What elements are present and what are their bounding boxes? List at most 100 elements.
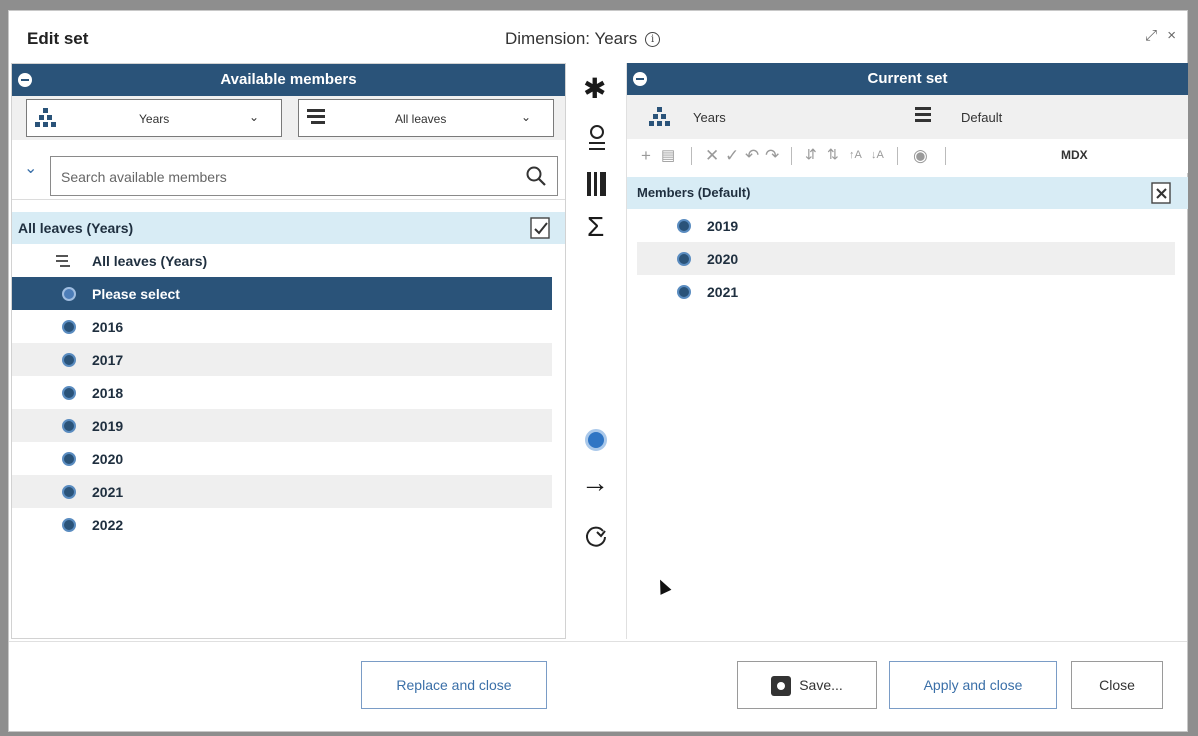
hierarchy-dropdown-value: Years xyxy=(139,112,170,126)
list-item-label: 2019 xyxy=(92,418,124,434)
settings-gear-icon[interactable]: ✱ xyxy=(583,75,606,103)
delete-icon[interactable]: ✕ xyxy=(705,146,719,166)
hierarchy-icon xyxy=(35,107,57,129)
info-icon[interactable]: i xyxy=(645,32,661,48)
sort-descending-icon[interactable]: ⇅ xyxy=(827,146,839,163)
list-item[interactable]: 2017 xyxy=(12,343,552,376)
collapse-icon[interactable] xyxy=(18,73,32,87)
available-members-title: Available members xyxy=(220,71,357,88)
level-dropdown[interactable]: All leaves ⌄ xyxy=(298,99,554,137)
hierarchy-dropdown[interactable]: Years ⌄ xyxy=(26,99,282,137)
current-set-list: 2019 2020 2021 xyxy=(637,209,1175,308)
available-list-header: All leaves (Years) xyxy=(12,212,565,244)
member-icon xyxy=(62,353,76,367)
list-item[interactable]: 2019 xyxy=(637,209,1175,242)
set-icon xyxy=(915,105,937,127)
edit-set-dialog: Edit set Dimension: Years i ⤢ × Availabl… xyxy=(8,10,1188,732)
list-item[interactable]: 2019 xyxy=(12,409,552,442)
list-item[interactable]: 2021 xyxy=(637,275,1175,308)
columns-icon[interactable] xyxy=(585,171,609,197)
mdx-button[interactable]: MDX xyxy=(1061,148,1088,162)
member-icon xyxy=(62,320,76,334)
member-icon xyxy=(62,518,76,532)
current-set-name: Default xyxy=(961,110,1003,125)
refresh-icon[interactable] xyxy=(583,523,609,549)
list-item-label: 2016 xyxy=(92,319,124,335)
available-members-panel: Available members Years ⌄ All leaves ⌄ ⌄… xyxy=(11,63,566,639)
member-icon xyxy=(62,485,76,499)
toolbar-divider xyxy=(691,147,692,165)
current-set-panel: Current set Years Default + ▤ ✕ ✓ ↶ ↷ ⇵ … xyxy=(626,63,1188,639)
list-item-label: 2017 xyxy=(92,352,124,368)
dimension-label: Dimension: Years i xyxy=(505,29,661,49)
list-item-label: Please select xyxy=(92,286,180,302)
toolbar-divider xyxy=(897,147,898,165)
sort-ascending-icon[interactable]: ⇵ xyxy=(805,146,817,163)
clear-set-icon[interactable] xyxy=(1148,180,1174,206)
redo-icon[interactable]: ↷ xyxy=(765,146,779,166)
list-item[interactable]: 2016 xyxy=(12,310,552,343)
member-icon xyxy=(62,386,76,400)
toolbar-divider xyxy=(945,147,946,165)
list-item[interactable]: 2022 xyxy=(12,508,552,541)
expand-chevron-icon[interactable]: ⌄ xyxy=(24,158,37,178)
sigma-icon[interactable]: Σ xyxy=(587,211,604,243)
member-select-icon[interactable] xyxy=(585,429,607,451)
member-icon xyxy=(677,219,691,233)
current-set-info-bar: Years Default xyxy=(627,95,1188,139)
search-box xyxy=(50,156,558,196)
select-all-check-icon[interactable] xyxy=(527,215,553,241)
window-controls[interactable]: ⤢ × xyxy=(1145,27,1179,44)
move-up-icon[interactable]: ↑A xyxy=(849,149,862,161)
chevron-down-icon: ⌄ xyxy=(521,110,532,124)
list-item-label: 2020 xyxy=(707,251,739,267)
apply-and-close-button[interactable]: Apply and close xyxy=(889,661,1057,709)
replace-and-close-button[interactable]: Replace and close xyxy=(361,661,547,709)
move-down-icon[interactable]: ↓A xyxy=(871,149,884,161)
available-members-header: Available members xyxy=(12,64,565,96)
list-item-label: 2020 xyxy=(92,451,124,467)
member-icon xyxy=(62,419,76,433)
dialog-title: Edit set xyxy=(27,29,89,48)
current-hierarchy-label: Years xyxy=(693,110,726,125)
member-icon xyxy=(677,285,691,299)
check-icon[interactable]: ✓ xyxy=(725,146,739,166)
add-icon[interactable]: + xyxy=(641,146,651,166)
current-set-header: Current set xyxy=(627,63,1188,95)
current-set-title: Current set xyxy=(867,70,948,87)
current-list-header: Members (Default) xyxy=(627,177,1188,209)
dropdown-row: Years ⌄ All leaves ⌄ xyxy=(12,96,565,140)
current-set-toolbar: + ▤ ✕ ✓ ↶ ↷ ⇵ ⇅ ↑A ↓A ◉ MDX xyxy=(627,139,1188,173)
collapse-icon[interactable] xyxy=(633,72,647,86)
save-button[interactable]: Save... xyxy=(737,661,877,709)
list-item-label: 2019 xyxy=(707,218,739,234)
list-item[interactable]: 2018 xyxy=(12,376,552,409)
list-item-label: 2021 xyxy=(707,284,739,300)
list-item-label: 2021 xyxy=(92,484,124,500)
target-icon[interactable]: ◉ xyxy=(913,146,928,166)
list-item-selected[interactable]: Please select xyxy=(12,277,552,310)
member-icon xyxy=(62,452,76,466)
member-icon xyxy=(62,287,76,301)
level-icon xyxy=(56,255,70,267)
person-icon[interactable] xyxy=(585,123,609,153)
hierarchy-icon xyxy=(649,106,671,128)
undo-icon[interactable]: ↶ xyxy=(745,146,759,166)
available-members-list: All leaves (Years) Please select 2016 20… xyxy=(12,244,552,541)
list-item[interactable]: 2020 xyxy=(637,242,1175,275)
search-input[interactable] xyxy=(61,167,501,187)
level-dropdown-value: All leaves xyxy=(395,112,447,126)
search-icon[interactable] xyxy=(525,165,547,187)
list-item[interactable]: All leaves (Years) xyxy=(12,244,552,277)
list-item-label: 2018 xyxy=(92,385,124,401)
member-icon xyxy=(677,252,691,266)
arrow-right-icon[interactable]: → xyxy=(581,467,609,499)
list-item[interactable]: 2020 xyxy=(12,442,552,475)
list-item[interactable]: 2021 xyxy=(12,475,552,508)
copy-icon[interactable]: ▤ xyxy=(661,146,675,164)
dialog-titlebar: Edit set Dimension: Years i ⤢ × xyxy=(9,11,1187,61)
list-item-label: All leaves (Years) xyxy=(92,253,208,269)
close-button[interactable]: Close xyxy=(1071,661,1163,709)
save-button-label: Save... xyxy=(799,677,843,693)
list-item-label: 2022 xyxy=(92,517,124,533)
